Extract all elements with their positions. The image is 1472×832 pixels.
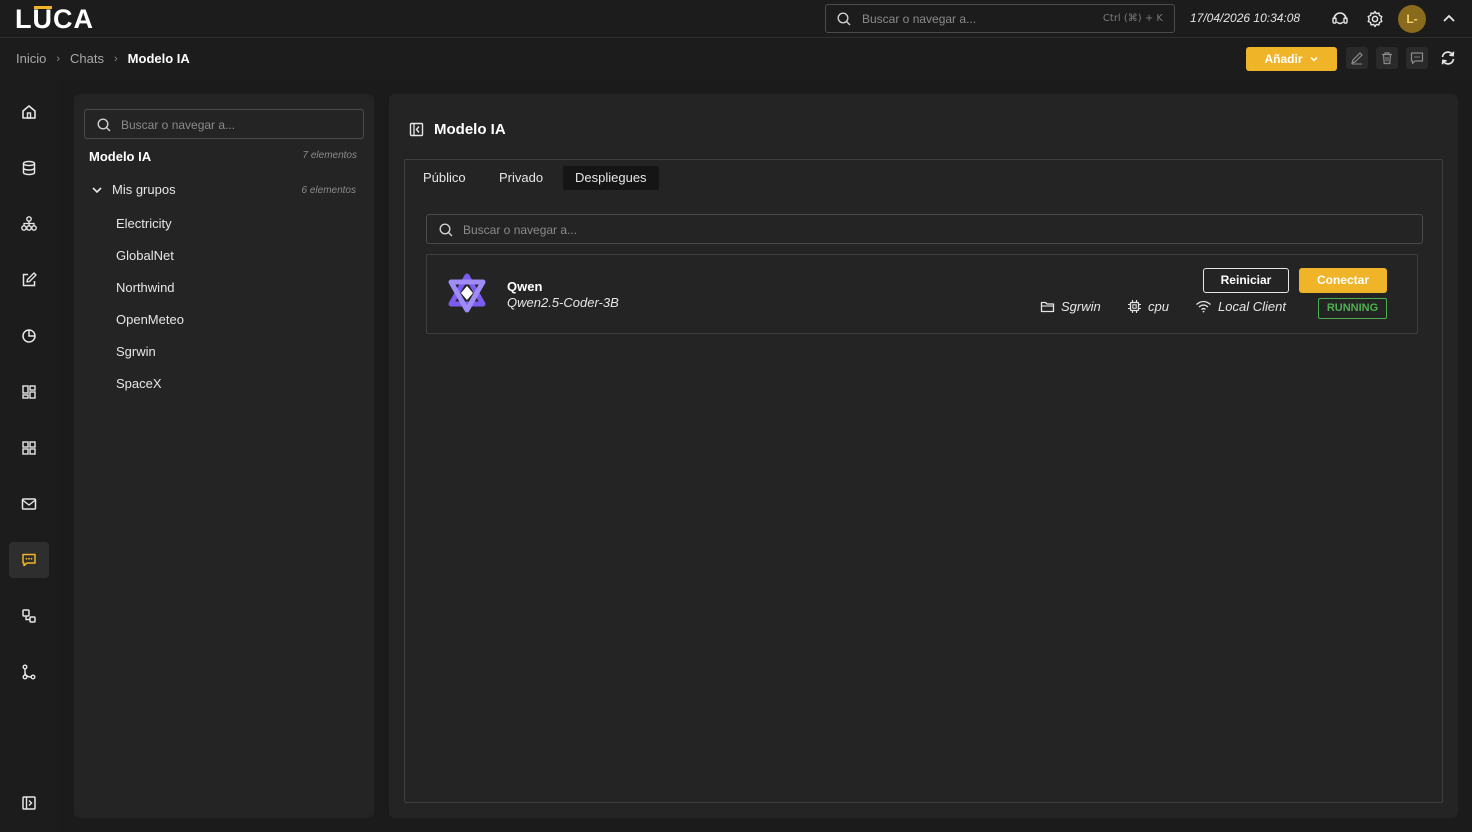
page-title: Modelo IA	[434, 121, 506, 138]
sidebar-item-dashboards[interactable]	[9, 374, 49, 410]
cpu-icon	[1127, 299, 1142, 314]
chevron-down-icon	[91, 184, 103, 196]
breadcrumb-chats[interactable]: Chats	[70, 51, 104, 66]
avatar[interactable]: L-	[1398, 5, 1426, 33]
page-header: Modelo IA	[409, 121, 506, 138]
restart-button[interactable]: Reiniciar	[1203, 268, 1289, 293]
model-name: Qwen	[507, 279, 543, 294]
breadcrumb: Inicio › Chats › Modelo IA	[16, 51, 190, 66]
edit-button[interactable]	[1346, 47, 1368, 69]
group-label: Mis grupos	[112, 182, 176, 197]
deployment-device: cpu	[1127, 299, 1169, 314]
group-name: Sgrwin	[1061, 299, 1101, 314]
deployments-search-input[interactable]: Buscar o navegar a...	[426, 214, 1423, 244]
datetime: 17/04/2026 10:34:08	[1190, 11, 1301, 25]
mail-icon	[20, 495, 38, 513]
sidebar-item-mail[interactable]	[9, 486, 49, 522]
content-box: Público Privado Despliegues Buscar o nav…	[404, 159, 1443, 803]
top-bar: LUCA Buscar o navegar a... Ctrl (⌘) + K …	[0, 0, 1472, 38]
breadcrumb-bar: Inicio › Chats › Modelo IA Añadir	[0, 39, 1472, 79]
deployment-card[interactable]: Qwen Qwen2.5-Coder-3B Reiniciar Conectar…	[426, 254, 1418, 334]
pie-chart-icon	[20, 327, 38, 345]
tab-privado[interactable]: Privado	[487, 166, 555, 190]
search-icon	[439, 223, 453, 237]
chat-icon	[20, 551, 38, 569]
model-id: Qwen2.5-Coder-3B	[507, 295, 619, 310]
tab-publico[interactable]: Público	[411, 166, 478, 190]
pencil-icon	[1350, 51, 1364, 65]
sidebar-item-hierarchy[interactable]	[9, 206, 49, 242]
comment-icon	[1410, 51, 1424, 65]
sidebar-item-database[interactable]	[9, 150, 49, 186]
wifi-icon	[1195, 299, 1212, 314]
deployment-group: Sgrwin	[1040, 299, 1101, 314]
search-placeholder: Buscar o navegar a...	[862, 12, 977, 26]
database-icon	[20, 159, 38, 177]
collapse-panel-icon[interactable]	[409, 122, 424, 137]
breadcrumb-inicio[interactable]: Inicio	[16, 51, 46, 66]
sidebar-expand-icon	[20, 794, 38, 812]
search-icon	[97, 118, 111, 132]
connect-button[interactable]: Conectar	[1299, 268, 1387, 293]
sidebar-toggle[interactable]	[9, 785, 49, 821]
gear-icon[interactable]	[1366, 10, 1384, 28]
tree-item-electricity[interactable]: Electricity	[116, 216, 172, 231]
search-shortcut: Ctrl (⌘) + K	[1102, 13, 1163, 24]
sidebar-item-edit[interactable]	[9, 262, 49, 298]
app-logo[interactable]: LUCA	[15, 4, 94, 35]
sidebar-item-chats[interactable]	[9, 542, 49, 578]
delete-button[interactable]	[1376, 47, 1398, 69]
dashboard-icon	[20, 383, 38, 401]
tree-search-input[interactable]: Buscar o navegar a...	[84, 109, 364, 139]
add-button-label: Añadir	[1264, 52, 1303, 66]
support-icon[interactable]	[1331, 10, 1349, 28]
folder-icon	[1040, 299, 1055, 314]
group-count: 6 elementos	[301, 185, 356, 196]
client-name: Local Client	[1218, 299, 1286, 314]
sidebar-item-home[interactable]	[9, 94, 49, 130]
hierarchy-icon	[20, 215, 38, 233]
qwen-logo-icon	[447, 273, 487, 313]
home-icon	[20, 103, 38, 121]
global-search-input[interactable]: Buscar o navegar a... Ctrl (⌘) + K	[825, 4, 1175, 33]
trash-icon	[1380, 51, 1394, 65]
search-placeholder: Buscar o navegar a...	[463, 223, 578, 237]
chevron-down-icon	[1309, 54, 1319, 64]
tab-despliegues[interactable]: Despliegues	[563, 166, 659, 190]
tree-item-spacex[interactable]: SpaceX	[116, 376, 162, 391]
search-placeholder: Buscar o navegar a...	[121, 118, 236, 132]
tree-item-openmeteo[interactable]: OpenMeteo	[116, 312, 184, 327]
add-button[interactable]: Añadir	[1246, 47, 1337, 71]
sidebar-item-flows[interactable]	[9, 654, 49, 690]
tree-panel: Buscar o navegar a... Modelo IA 7 elemen…	[74, 94, 374, 818]
chevron-up-icon[interactable]	[1440, 10, 1458, 28]
edit-icon	[20, 271, 38, 289]
tree-title-count: 7 elementos	[302, 150, 357, 161]
sidebar-item-analytics[interactable]	[9, 318, 49, 354]
status-badge: RUNNING	[1318, 298, 1387, 319]
tree-item-northwind[interactable]: Northwind	[116, 280, 175, 295]
chevron-right-icon: ›	[56, 52, 61, 65]
comment-button[interactable]	[1406, 47, 1428, 69]
git-branch-icon	[20, 663, 38, 681]
tree-title[interactable]: Modelo IA	[89, 149, 151, 164]
main-panel: Modelo IA Público Privado Despliegues Bu…	[389, 94, 1458, 818]
refresh-icon	[1439, 49, 1457, 67]
tree-group-mis-grupos[interactable]: Mis grupos	[91, 182, 176, 197]
sidebar-item-shapes[interactable]	[9, 598, 49, 634]
chevron-right-icon: ›	[114, 52, 118, 65]
breadcrumb-current: Modelo IA	[127, 51, 190, 66]
sidebar-item-apps[interactable]	[9, 430, 49, 466]
search-icon	[837, 12, 851, 26]
device-name: cpu	[1148, 299, 1169, 314]
grid-icon	[20, 439, 38, 457]
shapes-icon	[20, 607, 38, 625]
tree-item-globalnet[interactable]: GlobalNet	[116, 248, 174, 263]
tree-item-sgrwin[interactable]: Sgrwin	[116, 344, 156, 359]
sidebar	[0, 79, 59, 832]
deployment-client: Local Client	[1195, 299, 1286, 314]
refresh-button[interactable]	[1437, 47, 1459, 69]
